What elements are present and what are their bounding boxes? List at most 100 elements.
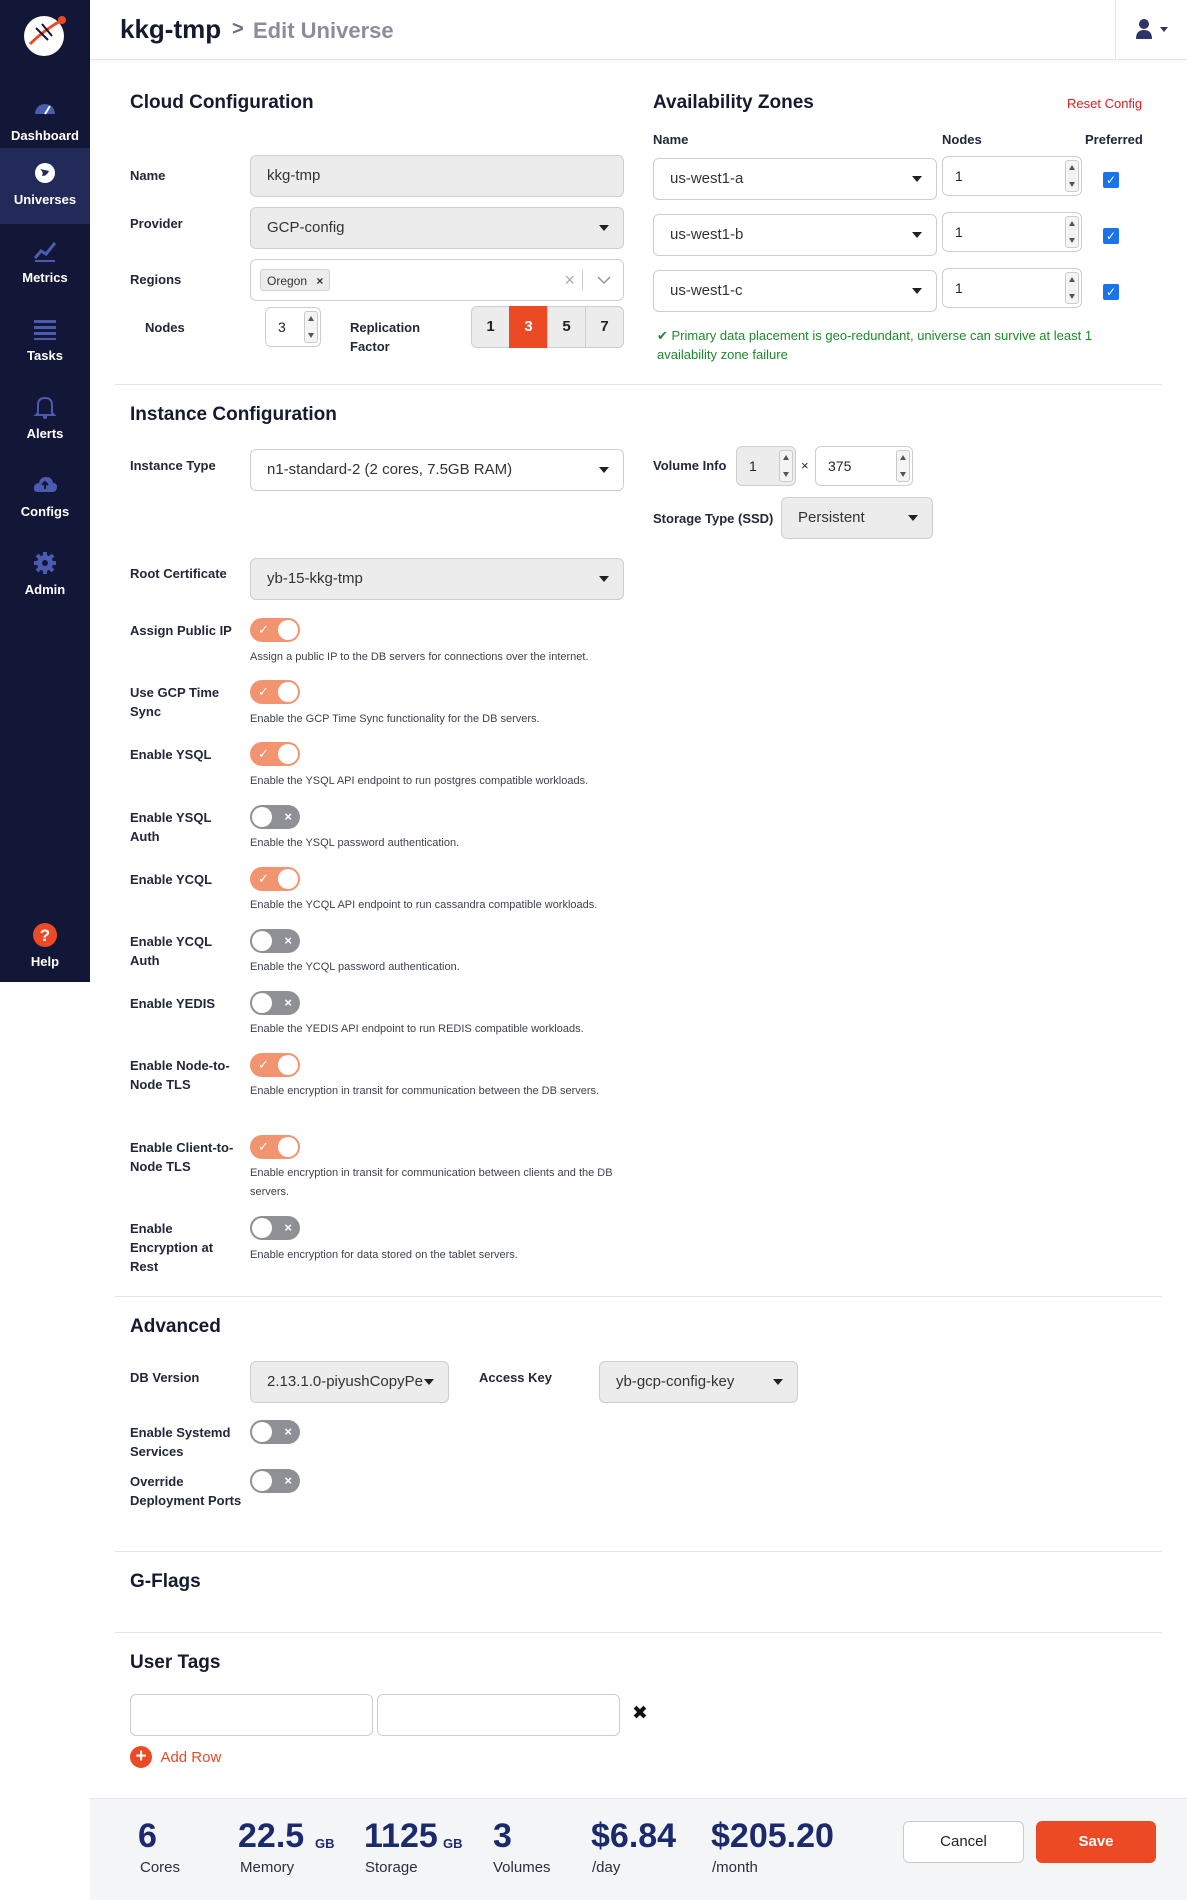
node-to-node-tls-toggle[interactable]: ✓: [250, 1053, 300, 1077]
client-to-node-tls-toggle[interactable]: ✓: [250, 1135, 300, 1159]
section-divider: [115, 1551, 1162, 1552]
root-cert-label: Root Certificate: [130, 566, 227, 581]
toggle-knob: [252, 807, 272, 827]
toggle-label: Enable Node-to-Node TLS: [130, 1058, 230, 1092]
list-icon: [34, 320, 56, 340]
az-nodes-stepper-b[interactable]: 1: [942, 212, 1082, 252]
az-col-name: Name: [653, 132, 689, 147]
sidebar-item-admin[interactable]: Admin: [0, 538, 90, 614]
override-ports-label: Override Deployment Ports: [130, 1474, 242, 1508]
rf-option-3[interactable]: 3: [509, 306, 548, 348]
chart-icon: [33, 242, 57, 262]
gflags-title[interactable]: G-Flags: [130, 1571, 201, 1593]
reset-config-link[interactable]: Reset Config: [1067, 96, 1142, 111]
chevron-down-icon[interactable]: [597, 276, 611, 285]
regions-label: Regions: [130, 272, 182, 287]
sidebar-item-label: Admin: [24, 582, 66, 597]
volume-count-stepper[interactable]: 1: [736, 446, 796, 486]
chevron-down-icon: [912, 232, 922, 238]
az-zone-select-c[interactable]: us-west1-c: [653, 270, 937, 312]
sidebar-item-universes[interactable]: Universes: [0, 148, 90, 224]
spin-buttons[interactable]: [779, 450, 793, 482]
section-divider: [115, 384, 1162, 385]
ycql-auth-toggle[interactable]: ×: [250, 929, 300, 953]
chevron-down-icon: [599, 225, 609, 231]
save-button[interactable]: Save: [1036, 1821, 1156, 1863]
remove-tag-icon[interactable]: ×: [316, 274, 323, 288]
tag-key-input[interactable]: [130, 1694, 373, 1736]
az-preferred-checkbox-a[interactable]: ✓: [1103, 172, 1119, 188]
override-ports-toggle[interactable]: ×: [250, 1469, 300, 1493]
ysql-auth-toggle[interactable]: ×: [250, 805, 300, 829]
user-menu[interactable]: [1115, 0, 1187, 60]
spin-buttons[interactable]: [1065, 160, 1079, 192]
cancel-button[interactable]: Cancel: [903, 1821, 1024, 1863]
check-icon: ✔: [657, 328, 672, 343]
db-version-label: DB Version: [130, 1370, 200, 1385]
az-zone-select-b[interactable]: us-west1-b: [653, 214, 937, 256]
close-icon: ×: [284, 1424, 292, 1439]
ycql-toggle[interactable]: ✓: [250, 867, 300, 891]
regions-multiselect[interactable]: Oregon × ×: [250, 259, 624, 301]
toggle-knob: [252, 1218, 272, 1238]
breadcrumb-universe[interactable]: kkg-tmp: [120, 14, 221, 45]
sidebar-item-metrics[interactable]: Metrics: [0, 226, 90, 302]
remove-row-icon[interactable]: ✖: [632, 1702, 648, 1725]
az-nodes-stepper-a[interactable]: 1: [942, 156, 1082, 196]
close-icon: ×: [284, 933, 292, 948]
toggle-description: Enable the YCQL password authentication.: [250, 961, 460, 973]
instance-type-label: Instance Type: [130, 458, 216, 473]
root-cert-select[interactable]: yb-15-kkg-tmp: [250, 558, 624, 600]
rf-option-7[interactable]: 7: [585, 306, 624, 348]
toggle-description: Enable the GCP Time Sync functionality f…: [250, 713, 540, 725]
volume-info-label: Volume Info: [653, 458, 727, 473]
replication-factor-label: Replication Factor: [350, 320, 421, 354]
systemd-toggle[interactable]: ×: [250, 1420, 300, 1444]
spin-buttons[interactable]: [896, 450, 910, 482]
sidebar-item-label: Universes: [13, 192, 77, 207]
sidebar-item-tasks[interactable]: Tasks: [0, 304, 90, 380]
az-nodes-stepper-c[interactable]: 1: [942, 268, 1082, 308]
az-zone-select-a[interactable]: us-west1-a: [653, 158, 937, 200]
spin-buttons[interactable]: [1065, 216, 1079, 248]
az-preferred-checkbox-c[interactable]: ✓: [1103, 284, 1119, 300]
public-ip-toggle[interactable]: ✓: [250, 618, 300, 642]
nodes-stepper[interactable]: 3: [265, 307, 321, 347]
ysql-toggle[interactable]: ✓: [250, 742, 300, 766]
gcp-time-sync-toggle[interactable]: ✓: [250, 680, 300, 704]
toggle-description: Enable encryption in transit for communi…: [250, 1085, 600, 1097]
add-row-button[interactable]: + Add Row: [130, 1746, 221, 1770]
volume-size-stepper[interactable]: 375: [815, 446, 913, 486]
sidebar-item-label: Configs: [20, 504, 70, 519]
provider-select[interactable]: GCP-config: [250, 207, 624, 249]
toggle-label: Enable YCQL: [130, 872, 213, 887]
access-key-select[interactable]: yb-gcp-config-key: [599, 1361, 798, 1403]
rf-option-1[interactable]: 1: [471, 306, 510, 348]
sidebar-item-help[interactable]: ? Help: [0, 910, 90, 986]
yugabyte-logo-icon[interactable]: [18, 10, 70, 62]
sidebar-item-configs[interactable]: Configs: [0, 460, 90, 536]
svg-text:?: ?: [40, 926, 50, 945]
storage-type-select[interactable]: Persistent: [781, 497, 933, 539]
cost-per-day-value: $6.84: [591, 1817, 677, 1855]
breadcrumb-separator: >: [232, 18, 244, 40]
volumes-value: 3: [493, 1817, 512, 1855]
clear-icon[interactable]: ×: [564, 260, 575, 300]
chevron-down-icon: [912, 176, 922, 182]
toggle-knob: [278, 620, 298, 640]
volumes-label: Volumes: [493, 1859, 551, 1876]
az-preferred-checkbox-b[interactable]: ✓: [1103, 228, 1119, 244]
nodes-label: Nodes: [145, 320, 185, 335]
instance-type-value: n1-standard-2 (2 cores, 7.5GB RAM): [267, 461, 513, 478]
name-input[interactable]: kkg-tmp: [250, 155, 624, 197]
yedis-toggle[interactable]: ×: [250, 991, 300, 1015]
db-version-select[interactable]: 2.13.1.0-piyushCopyPe: [250, 1361, 449, 1403]
rf-option-5[interactable]: 5: [547, 306, 586, 348]
storage-type-value: Persistent: [798, 509, 865, 526]
spin-buttons[interactable]: [1065, 272, 1079, 304]
instance-type-select[interactable]: n1-standard-2 (2 cores, 7.5GB RAM): [250, 449, 624, 491]
sidebar-item-alerts[interactable]: Alerts: [0, 382, 90, 458]
spin-buttons[interactable]: [304, 311, 318, 343]
tag-value-input[interactable]: [377, 1694, 620, 1736]
encryption-at-rest-toggle[interactable]: ×: [250, 1216, 300, 1240]
